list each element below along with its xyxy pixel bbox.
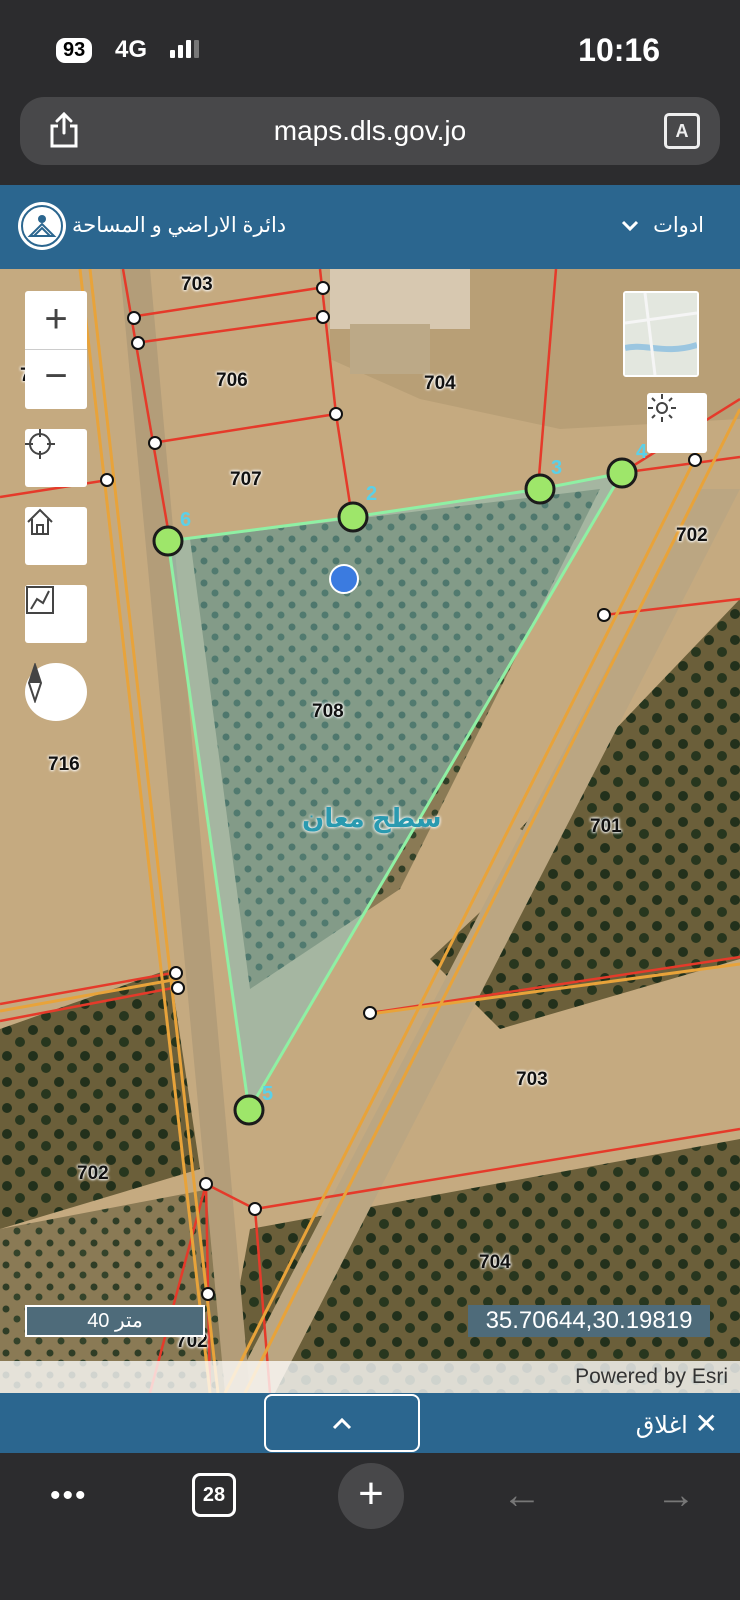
vertex-label: 5 <box>262 1083 274 1105</box>
chevron-down-icon <box>621 214 645 237</box>
parcel-label: 702 <box>676 525 708 546</box>
browser-address-bar: maps.dls.gov.jo A <box>0 95 740 185</box>
parcel-label: 706 <box>216 370 248 391</box>
plus-icon: + <box>358 1469 384 1518</box>
property-overlay-text: سطح معان <box>302 803 442 833</box>
basemap-toggle[interactable] <box>623 291 699 377</box>
status-bar: 93 4G 10:16 <box>0 0 740 95</box>
parcel-label: 704 <box>424 373 456 394</box>
url-field[interactable]: maps.dls.gov.jo A <box>20 97 720 165</box>
compass-icon <box>27 663 43 703</box>
compass-button[interactable] <box>25 663 87 721</box>
vertex-label: 6 <box>180 509 192 531</box>
locate-button[interactable] <box>25 429 87 487</box>
network-type: 4G <box>115 36 148 63</box>
expand-panel-button[interactable] <box>264 1394 420 1452</box>
clock: 10:16 <box>578 32 660 68</box>
back-arrow-icon[interactable]: ← <box>502 1473 542 1518</box>
measure-icon <box>26 586 54 614</box>
vertex-label: 3 <box>551 457 563 479</box>
zoom-control: + − <box>25 291 87 409</box>
parcel-label: 716 <box>48 754 80 775</box>
more-icon[interactable]: ••• <box>50 1479 88 1513</box>
location-dot <box>329 564 359 594</box>
home-icon <box>27 508 53 535</box>
map-view[interactable]: 703 706 704 707 702 708 716 701 703 702 … <box>0 269 740 1393</box>
brightness-button[interactable] <box>647 393 707 453</box>
url-text: maps.dls.gov.jo <box>273 115 467 146</box>
zoom-in-button[interactable]: + <box>25 292 87 350</box>
sun-icon <box>648 394 676 422</box>
tabs-button[interactable]: 28 <box>192 1473 236 1517</box>
signal-icon <box>170 40 202 58</box>
close-button[interactable]: اغلاق ✕ <box>636 1407 718 1440</box>
basemap-thumbnail-icon <box>625 293 697 375</box>
crosshair-icon <box>25 429 55 459</box>
parcel-label: 703 <box>516 1069 548 1090</box>
forward-arrow-icon[interactable]: → <box>656 1473 696 1518</box>
parcel-label: 701 <box>590 816 622 837</box>
parcel-label: 704 <box>479 1252 511 1273</box>
parcel-label: 707 <box>230 469 262 490</box>
parcel-label: 708 <box>312 701 344 722</box>
attribution-text[interactable]: Powered by Esri <box>575 1365 728 1389</box>
tools-label: ادوات <box>653 214 704 237</box>
parcel-label: 703 <box>181 274 213 295</box>
attribution-bar: Powered by Esri <box>0 1361 740 1393</box>
org-name: دائرة الاراضي و المساحة <box>72 214 287 237</box>
dls-logo <box>18 202 66 250</box>
close-label: اغلاق <box>635 1412 688 1439</box>
browser-toolbar: ••• 28 + ← → <box>0 1453 740 1600</box>
translate-icon[interactable]: A <box>664 113 700 149</box>
battery-indicator: 93 <box>56 38 93 63</box>
measure-button[interactable] <box>25 585 87 643</box>
chevron-up-icon <box>332 1417 352 1430</box>
close-icon: ✕ <box>694 1408 718 1439</box>
coordinates-readout: 35.70644,30.19819 <box>468 1305 710 1337</box>
panel-bar: اغلاق ✕ <box>0 1393 740 1453</box>
vertex-label: 4 <box>636 441 648 463</box>
scale-bar: 40 متر <box>25 1305 205 1337</box>
home-button[interactable] <box>25 507 87 565</box>
new-tab-button[interactable]: + <box>338 1463 404 1529</box>
parcel-label: 702 <box>77 1163 109 1184</box>
app-header: دائرة الاراضي و المساحة ادوات <box>0 185 740 269</box>
vertex-label: 2 <box>366 483 378 505</box>
tools-menu[interactable]: ادوات <box>613 213 704 238</box>
zoom-out-button[interactable]: − <box>25 350 87 408</box>
